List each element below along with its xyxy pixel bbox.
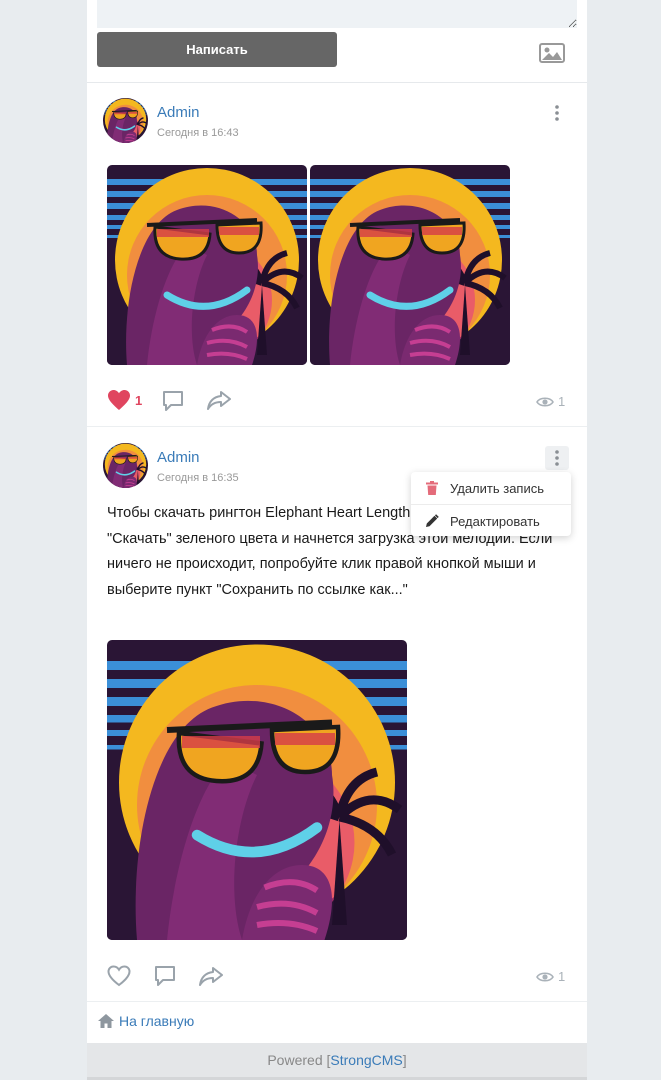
trash-icon [424, 480, 440, 496]
like-count: 1 [135, 392, 143, 408]
home-icon [98, 1014, 114, 1028]
footer-suffix: ] [402, 1052, 407, 1068]
like-button[interactable] [107, 965, 131, 987]
heart-outline-icon [107, 965, 131, 987]
footer-prefix: Powered [ [267, 1052, 331, 1068]
comment-icon [163, 391, 183, 411]
views-count: 1 [558, 969, 566, 984]
post-time: Сегодня в 16:43 [157, 127, 239, 139]
views-count: 1 [558, 394, 566, 409]
post-photo[interactable] [107, 165, 307, 365]
home-link[interactable]: На главную [97, 1013, 194, 1029]
views-counter: 1 [536, 969, 565, 984]
post-options-menu: Удалить запись Редактировать [411, 472, 571, 536]
pencil-icon [424, 513, 440, 529]
post-photo[interactable] [107, 640, 407, 940]
share-icon [199, 967, 223, 986]
comment-button[interactable] [154, 965, 176, 987]
author-name[interactable]: Admin [157, 449, 200, 466]
share-button[interactable] [198, 966, 224, 986]
eye-icon [536, 396, 554, 407]
post-photo[interactable] [310, 165, 510, 365]
post-composer: Написать [87, 0, 587, 83]
post-time: Сегодня в 16:35 [157, 472, 239, 484]
avatar[interactable] [103, 98, 148, 143]
brand-link[interactable]: StrongCMS [330, 1052, 402, 1068]
share-icon [207, 391, 231, 410]
footer: Powered [StrongCMS] [87, 1043, 587, 1080]
feed-page: Написать Admin Сегодня в 16:43 1 1 Admin… [87, 0, 587, 1080]
like-button[interactable]: 1 [107, 389, 142, 411]
post-textarea[interactable] [97, 0, 577, 28]
delete-post-label: Удалить запись [450, 480, 545, 496]
eye-icon [536, 971, 554, 982]
more-options-icon[interactable] [545, 446, 569, 470]
submit-post-button[interactable]: Написать [97, 32, 337, 67]
share-button[interactable] [206, 390, 232, 410]
delete-post-item[interactable]: Удалить запись [411, 472, 571, 504]
views-counter: 1 [536, 394, 565, 409]
more-options-icon[interactable] [545, 101, 569, 125]
home-link-label: На главную [119, 1013, 195, 1029]
comment-icon [155, 966, 175, 986]
image-icon[interactable] [538, 42, 566, 64]
avatar[interactable] [103, 443, 148, 488]
edit-post-label: Редактировать [450, 513, 540, 529]
heart-filled-icon [108, 390, 130, 410]
comment-button[interactable] [162, 390, 184, 412]
edit-post-item[interactable]: Редактировать [411, 505, 571, 537]
author-name[interactable]: Admin [157, 104, 200, 121]
post-card: Admin Сегодня в 16:43 1 1 [87, 83, 587, 427]
